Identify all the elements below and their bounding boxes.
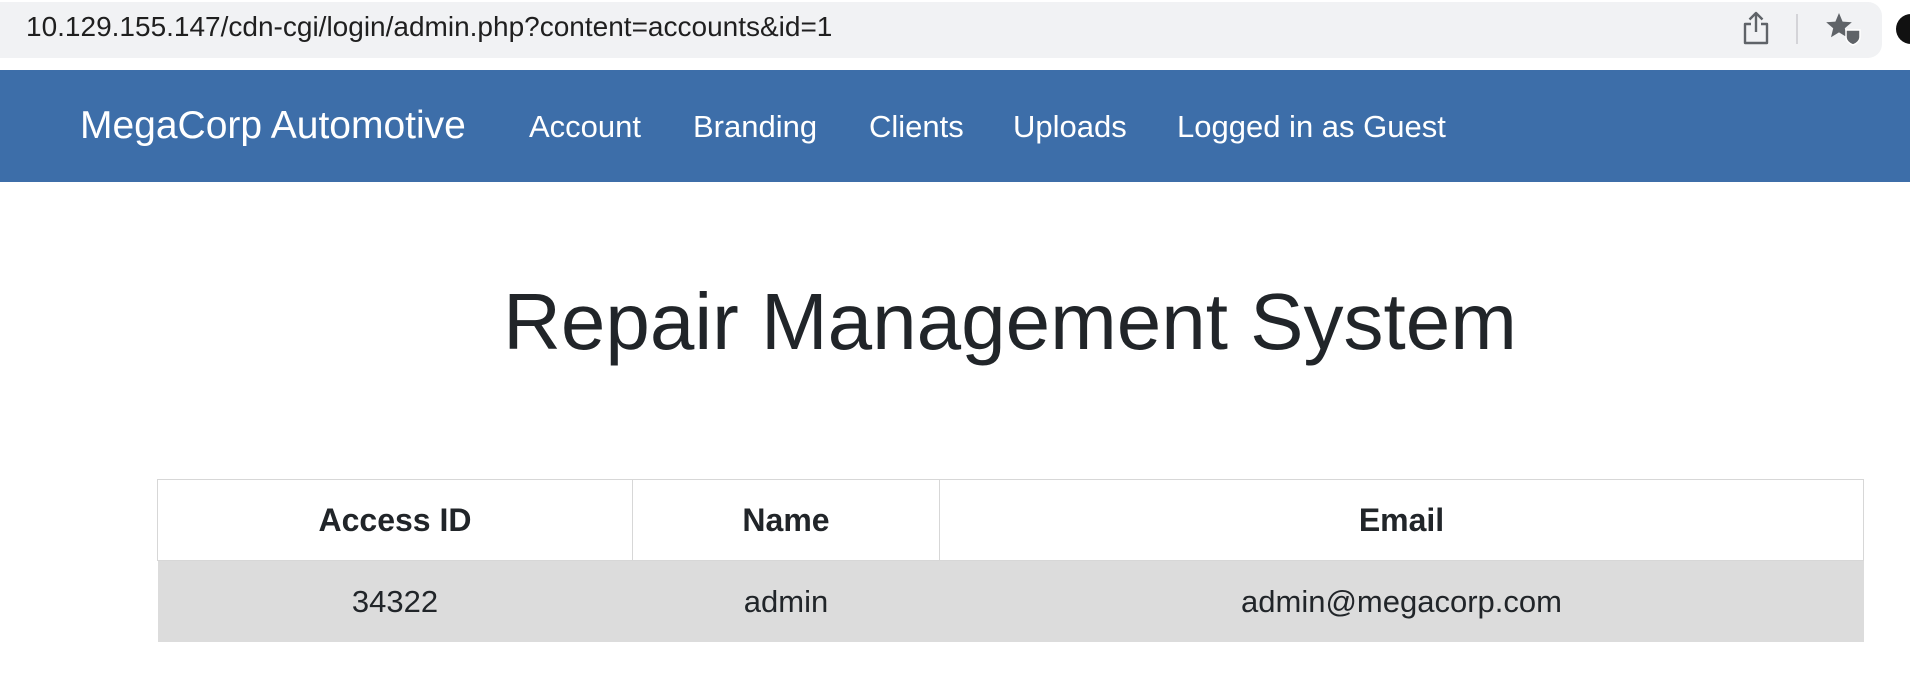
column-header-email: Email — [939, 479, 1864, 561]
address-bar-url[interactable]: 10.129.155.147/cdn-cgi/login/admin.php?c… — [26, 11, 832, 43]
cell-access-id: 34322 — [157, 560, 633, 642]
site-navbar: MegaCorp Automotive Account Branding Cli… — [0, 70, 1910, 182]
column-header-access-id: Access ID — [157, 479, 633, 561]
page: 10.129.155.147/cdn-cgi/login/admin.php?c… — [0, 0, 1910, 698]
nav-uploads-link[interactable]: Uploads — [1013, 109, 1127, 145]
nav-clients-link[interactable]: Clients — [869, 109, 964, 145]
column-header-name: Name — [632, 479, 940, 561]
cell-email: admin@megacorp.com — [939, 560, 1864, 642]
nav-account-link[interactable]: Account — [529, 109, 641, 145]
profile-avatar[interactable] — [1896, 14, 1910, 44]
share-icon[interactable] — [1740, 10, 1772, 46]
page-title: Repair Management System — [503, 277, 1517, 366]
accounts-table: Access ID Name Email 34322 admin admin@m… — [157, 479, 1864, 642]
bookmark-star-icon[interactable] — [1824, 10, 1864, 46]
nav-logged-in-user[interactable]: Logged in as Guest — [1177, 109, 1446, 145]
toolbar-divider — [1796, 14, 1798, 44]
browser-toolbar: 10.129.155.147/cdn-cgi/login/admin.php?c… — [0, 0, 1910, 71]
cell-name: admin — [632, 560, 940, 642]
table-header-row: Access ID Name Email — [157, 479, 1864, 561]
brand-link[interactable]: MegaCorp Automotive — [80, 104, 466, 148]
address-bar[interactable]: 10.129.155.147/cdn-cgi/login/admin.php?c… — [0, 2, 1882, 58]
table-row: 34322 admin admin@megacorp.com — [157, 560, 1864, 642]
nav-branding-link[interactable]: Branding — [693, 109, 817, 145]
